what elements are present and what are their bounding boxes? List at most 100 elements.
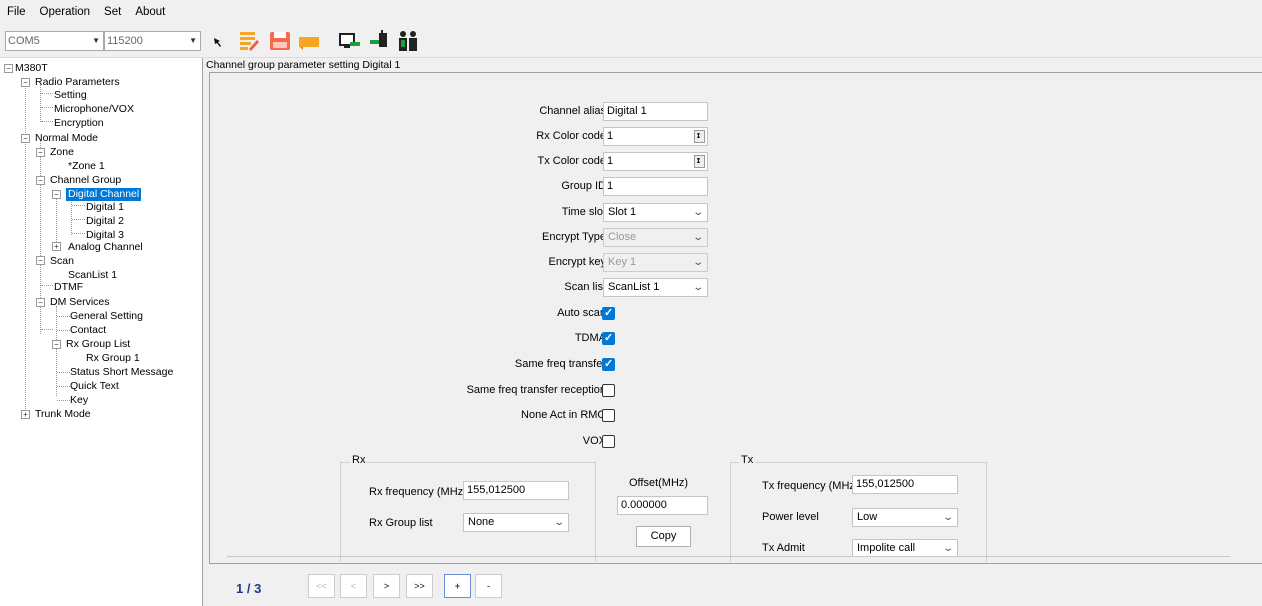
chevron-down-icon: ⌄ xyxy=(941,512,954,523)
write-radio-icon[interactable] xyxy=(338,29,362,53)
folder-icon[interactable] xyxy=(297,29,321,53)
toolbar: COM5 ▼ 115200 ▼ xyxy=(0,24,1262,58)
plug-icon[interactable] xyxy=(368,29,392,53)
pager: 1 / 3 << < > >> + - xyxy=(204,565,1262,606)
port-select[interactable]: COM5 ▼ xyxy=(5,31,104,51)
remove-channel-button[interactable]: - xyxy=(475,574,502,598)
save-icon[interactable] xyxy=(268,29,292,53)
tree-node-quick-text[interactable]: Quick Text xyxy=(70,380,119,393)
collapse-icon[interactable]: − xyxy=(36,298,45,307)
tx-frequency-field[interactable]: 155,012500 xyxy=(852,475,958,494)
rx-color-code-stepper[interactable]: 1 xyxy=(603,127,708,146)
expand-icon[interactable]: + xyxy=(21,410,30,419)
tree-node-contact[interactable]: Contact xyxy=(70,324,106,337)
collapse-icon[interactable]: − xyxy=(36,176,45,185)
tree-node-status-short-message[interactable]: Status Short Message xyxy=(70,366,173,379)
cursor-icon[interactable] xyxy=(207,29,231,53)
tree-node-digital-2[interactable]: Digital 2 xyxy=(86,215,124,228)
rx-groupbox xyxy=(340,462,596,562)
menu-about[interactable]: About xyxy=(128,0,172,24)
next-page-button[interactable]: > xyxy=(373,574,400,598)
encrypt-type-select[interactable]: Close ⌄ xyxy=(603,228,708,247)
tree-node-digital-1[interactable]: Digital 1 xyxy=(86,201,124,214)
tree-node-key[interactable]: Key xyxy=(70,394,88,407)
time-slot-select[interactable]: Slot 1 ⌄ xyxy=(603,203,708,222)
tree-node-scan[interactable]: Scan xyxy=(50,255,74,268)
tree-node-general-setting[interactable]: General Setting xyxy=(70,310,143,323)
tree-node-microphone-vox[interactable]: Microphone/VOX xyxy=(54,103,134,116)
tree-node-digital-channel[interactable]: Digital Channel xyxy=(66,188,142,201)
expand-icon[interactable]: + xyxy=(52,242,61,251)
read-icon[interactable] xyxy=(237,29,261,53)
tx-color-code-stepper[interactable]: 1 xyxy=(603,152,708,171)
collapse-icon[interactable]: − xyxy=(36,148,45,157)
same-freq-transfer-checkbox[interactable] xyxy=(602,357,615,371)
tree-line xyxy=(57,386,70,387)
menu-bar: File Operation Set About xyxy=(0,0,1262,24)
menu-file[interactable]: File xyxy=(0,0,33,24)
chevron-down-icon: ⌄ xyxy=(691,257,704,268)
tree-node-channel-group[interactable]: Channel Group xyxy=(50,174,121,187)
tree-node-zone-1[interactable]: *Zone 1 xyxy=(68,160,105,173)
rx-color-code-label: Rx Color code xyxy=(536,130,606,142)
collapse-icon[interactable]: − xyxy=(52,190,61,199)
last-page-button[interactable]: >> xyxy=(406,574,433,598)
tdma-checkbox[interactable] xyxy=(602,331,615,345)
tree-view[interactable]: − − − − − − + − − − + M380T Radio Parame… xyxy=(0,58,203,606)
collapse-icon[interactable]: − xyxy=(21,78,30,87)
menu-operation[interactable]: Operation xyxy=(33,0,98,24)
tx-color-code-label: Tx Color code xyxy=(537,155,606,167)
copy-button[interactable]: Copy xyxy=(636,526,691,547)
rx-group-list-select[interactable]: None ⌄ xyxy=(463,513,569,532)
tree-node-trunk-mode[interactable]: Trunk Mode xyxy=(35,408,91,421)
auto-scan-checkbox[interactable] xyxy=(602,306,615,320)
add-channel-button[interactable]: + xyxy=(444,574,471,598)
collapse-icon[interactable]: − xyxy=(36,256,45,265)
rx-frequency-field[interactable]: 155,012500 xyxy=(463,481,569,500)
vox-checkbox[interactable] xyxy=(602,435,615,448)
tree-node-m380t[interactable]: M380T xyxy=(15,62,48,75)
tree-line xyxy=(57,316,70,317)
tree-node-normal-mode[interactable]: Normal Mode xyxy=(35,132,98,145)
tree-node-encryption[interactable]: Encryption xyxy=(54,117,104,130)
spinner-icon[interactable] xyxy=(694,152,705,171)
menu-set[interactable]: Set xyxy=(97,0,128,24)
collapse-icon[interactable]: − xyxy=(52,340,61,349)
tree-node-analog-channel[interactable]: Analog Channel xyxy=(68,241,143,254)
offset-label: Offset(MHz) xyxy=(629,477,689,489)
scan-list-select[interactable]: ScanList 1 ⌄ xyxy=(603,278,708,297)
none-act-in-rmo-checkbox[interactable] xyxy=(602,409,615,422)
collapse-icon[interactable]: − xyxy=(21,134,30,143)
baud-select[interactable]: 115200 ▼ xyxy=(104,31,201,51)
tree-node-rx-group-list[interactable]: Rx Group List xyxy=(66,338,130,351)
tree-node-dm-services[interactable]: DM Services xyxy=(50,296,110,309)
offset-field[interactable]: 0.000000 xyxy=(617,496,708,515)
tree-node-zone[interactable]: Zone xyxy=(50,146,74,159)
tx-admit-select[interactable]: Impolite call ⌄ xyxy=(852,539,958,557)
power-level-value: Low xyxy=(857,511,878,523)
tree-node-setting[interactable]: Setting xyxy=(54,89,87,102)
chevron-down-icon: ▼ xyxy=(92,36,100,45)
tree-line xyxy=(72,205,85,206)
tree-node-radio-parameters[interactable]: Radio Parameters xyxy=(35,76,120,89)
prev-page-button[interactable]: < xyxy=(340,574,367,598)
first-page-button[interactable]: << xyxy=(308,574,335,598)
channel-alias-field[interactable]: Digital 1 xyxy=(603,102,708,121)
tree-line xyxy=(57,372,70,373)
scan-list-value: ScanList 1 xyxy=(608,281,660,293)
same-freq-transfer-reception-checkbox[interactable] xyxy=(602,384,615,397)
tree-node-rx-group-1[interactable]: Rx Group 1 xyxy=(86,352,140,365)
time-slot-value: Slot 1 xyxy=(608,206,637,218)
spinner-icon[interactable] xyxy=(694,127,705,146)
tree-line xyxy=(41,329,53,330)
collapse-icon[interactable]: − xyxy=(4,64,13,73)
encrypt-key-select[interactable]: Key 1 ⌄ xyxy=(603,253,708,272)
horizontal-scrollbar[interactable] xyxy=(227,556,1230,557)
encrypt-type-value: Close xyxy=(608,231,637,243)
group-id-field[interactable]: 1 xyxy=(603,177,708,196)
rx-group-list-value: None xyxy=(468,516,495,528)
users-icon[interactable] xyxy=(396,29,420,53)
tree-node-dtmf[interactable]: DTMF xyxy=(54,281,83,294)
power-level-select[interactable]: Low ⌄ xyxy=(852,508,958,527)
same-freq-transfer-reception-label: Same freq transfer reception xyxy=(466,384,606,396)
